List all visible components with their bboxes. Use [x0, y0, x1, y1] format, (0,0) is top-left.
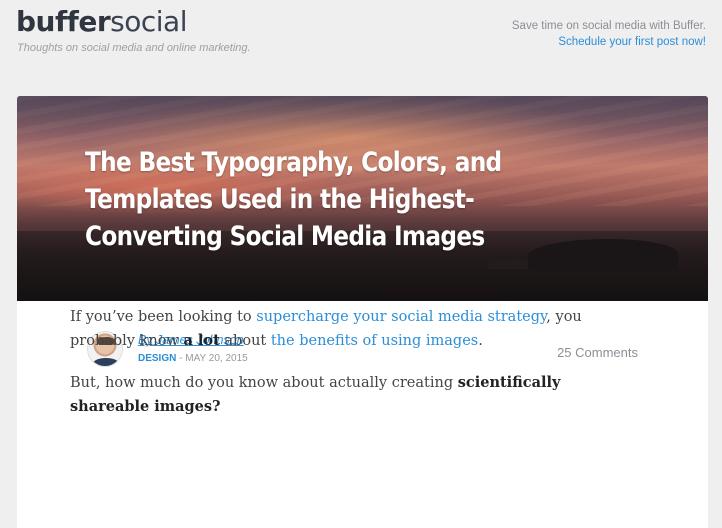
- logo-light-text: social: [110, 5, 187, 38]
- article-body: If you’ve been looking to supercharge yo…: [70, 305, 630, 437]
- logo-bold-text: buffer: [16, 5, 111, 38]
- intro-paragraph: If you’ve been looking to supercharge yo…: [70, 305, 630, 353]
- schedule-post-link[interactable]: Schedule your first post now!: [558, 36, 706, 48]
- supercharge-strategy-link[interactable]: supercharge your social media strategy: [256, 309, 546, 325]
- p1-bold: a lot: [183, 332, 220, 349]
- p1-text-d: .: [478, 333, 483, 349]
- second-paragraph: But, how much do you know about actually…: [70, 371, 630, 419]
- buffer-social-logo[interactable]: buffersocial: [16, 2, 187, 42]
- p2-text-a: But, how much do you know about actually…: [70, 375, 458, 391]
- promo-box: Save time on social media with Buffer. S…: [486, 18, 706, 50]
- hero-image: The Best Typography, Colors, and Templat…: [17, 96, 708, 301]
- p1-text-c: about: [219, 333, 271, 349]
- site-tagline: Thoughts on social media and online mark…: [17, 42, 251, 54]
- benefits-images-link[interactable]: the benefits of using images: [271, 333, 478, 349]
- p1-text-a: If you’ve been looking to: [70, 309, 257, 325]
- promo-text: Save time on social media with Buffer.: [511, 20, 706, 32]
- article-title: The Best Typography, Colors, and Templat…: [85, 147, 502, 252]
